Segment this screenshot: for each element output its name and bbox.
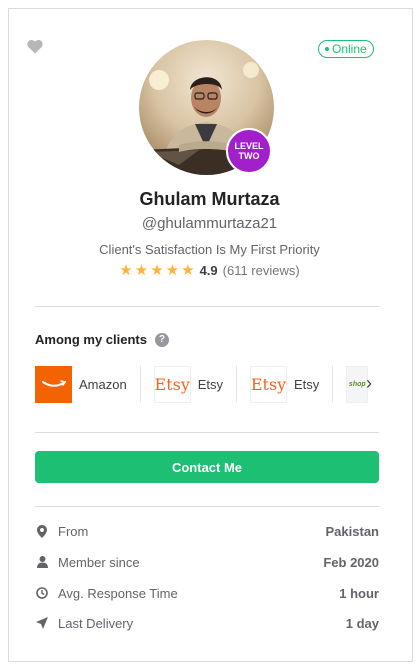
- stat-label: Last Delivery: [58, 615, 134, 631]
- star-icon: ★: [165, 262, 180, 279]
- level-two-badge: LEVEL TWO: [226, 128, 272, 174]
- send-icon: [35, 616, 49, 630]
- star-icon: ★: [119, 262, 133, 279]
- client-item-etsy[interactable]: Etsy Etsy: [250, 364, 319, 404]
- contact-me-button[interactable]: Contact Me: [35, 451, 379, 483]
- stat-row-last-delivery: Last Delivery 1 day: [35, 613, 379, 633]
- client-separator: [236, 366, 237, 402]
- clock-icon: [35, 586, 49, 600]
- star-icon: ★: [134, 262, 149, 279]
- user-icon: [35, 555, 49, 569]
- clients-title-label: Among my clients: [35, 332, 147, 347]
- heart-icon[interactable]: [27, 39, 43, 54]
- etsy-logo-icon: Etsy: [250, 365, 287, 403]
- online-status-label: Online: [332, 42, 367, 56]
- stat-value: 1 day: [345, 615, 379, 631]
- etsy-logo-icon: Etsy: [153, 365, 191, 403]
- client-item-amazon[interactable]: Amazon: [35, 364, 127, 404]
- shopify-logo-icon: shop: [346, 365, 369, 403]
- stat-row-from: From Pakistan: [35, 521, 379, 541]
- chevron-right-icon[interactable]: ›: [366, 373, 372, 394]
- avatar-container: LEVEL TWO: [139, 40, 274, 175]
- client-item-shopify[interactable]: shop: [346, 364, 369, 404]
- client-label: Amazon: [79, 376, 127, 392]
- client-label: Etsy: [294, 376, 320, 392]
- divider: [35, 306, 379, 307]
- stat-value: 1 hour: [339, 585, 379, 601]
- clients-section-title: Among my clients ?: [35, 332, 169, 347]
- stat-label: Member since: [58, 554, 140, 570]
- seller-handle: @ghulammurtaza21: [141, 215, 278, 232]
- stat-row-member-since: Member since Feb 2020: [35, 552, 379, 572]
- client-separator: [139, 366, 141, 402]
- level-badge-line2: TWO: [238, 151, 260, 161]
- stat-label: Avg. Response Time: [58, 585, 178, 601]
- online-status-badge: Online: [318, 40, 374, 58]
- seller-name[interactable]: Ghulam Murtaza: [0, 189, 419, 210]
- rating-reviews-count: (611 reviews): [222, 263, 300, 278]
- level-badge-line1: LEVEL: [234, 141, 264, 151]
- star-icon: ★: [150, 262, 164, 279]
- stat-value: Feb 2020: [323, 554, 379, 570]
- amazon-logo-icon: [35, 365, 72, 403]
- location-pin-icon: [35, 524, 49, 538]
- clients-carousel: Amazon Etsy Etsy Etsy Etsy shop: [35, 364, 379, 404]
- rating[interactable]: ★ ★ ★ ★ ★ 4.9 (611 reviews): [0, 263, 419, 278]
- help-icon[interactable]: ?: [154, 332, 169, 347]
- stat-value: Pakistan: [325, 523, 379, 539]
- stat-label: From: [58, 523, 89, 539]
- stat-row-response-time: Avg. Response Time 1 hour: [35, 583, 379, 603]
- star-icon: ★: [181, 262, 195, 279]
- client-item-etsy[interactable]: Etsy Etsy: [153, 364, 223, 404]
- seller-tagline: Client's Satisfaction Is My First Priori…: [99, 242, 320, 257]
- rating-score: 4.9: [199, 263, 218, 278]
- client-label: Etsy: [197, 376, 223, 392]
- divider: [35, 432, 379, 433]
- divider: [35, 506, 379, 507]
- online-dot-icon: [325, 47, 329, 51]
- client-separator: [332, 366, 334, 402]
